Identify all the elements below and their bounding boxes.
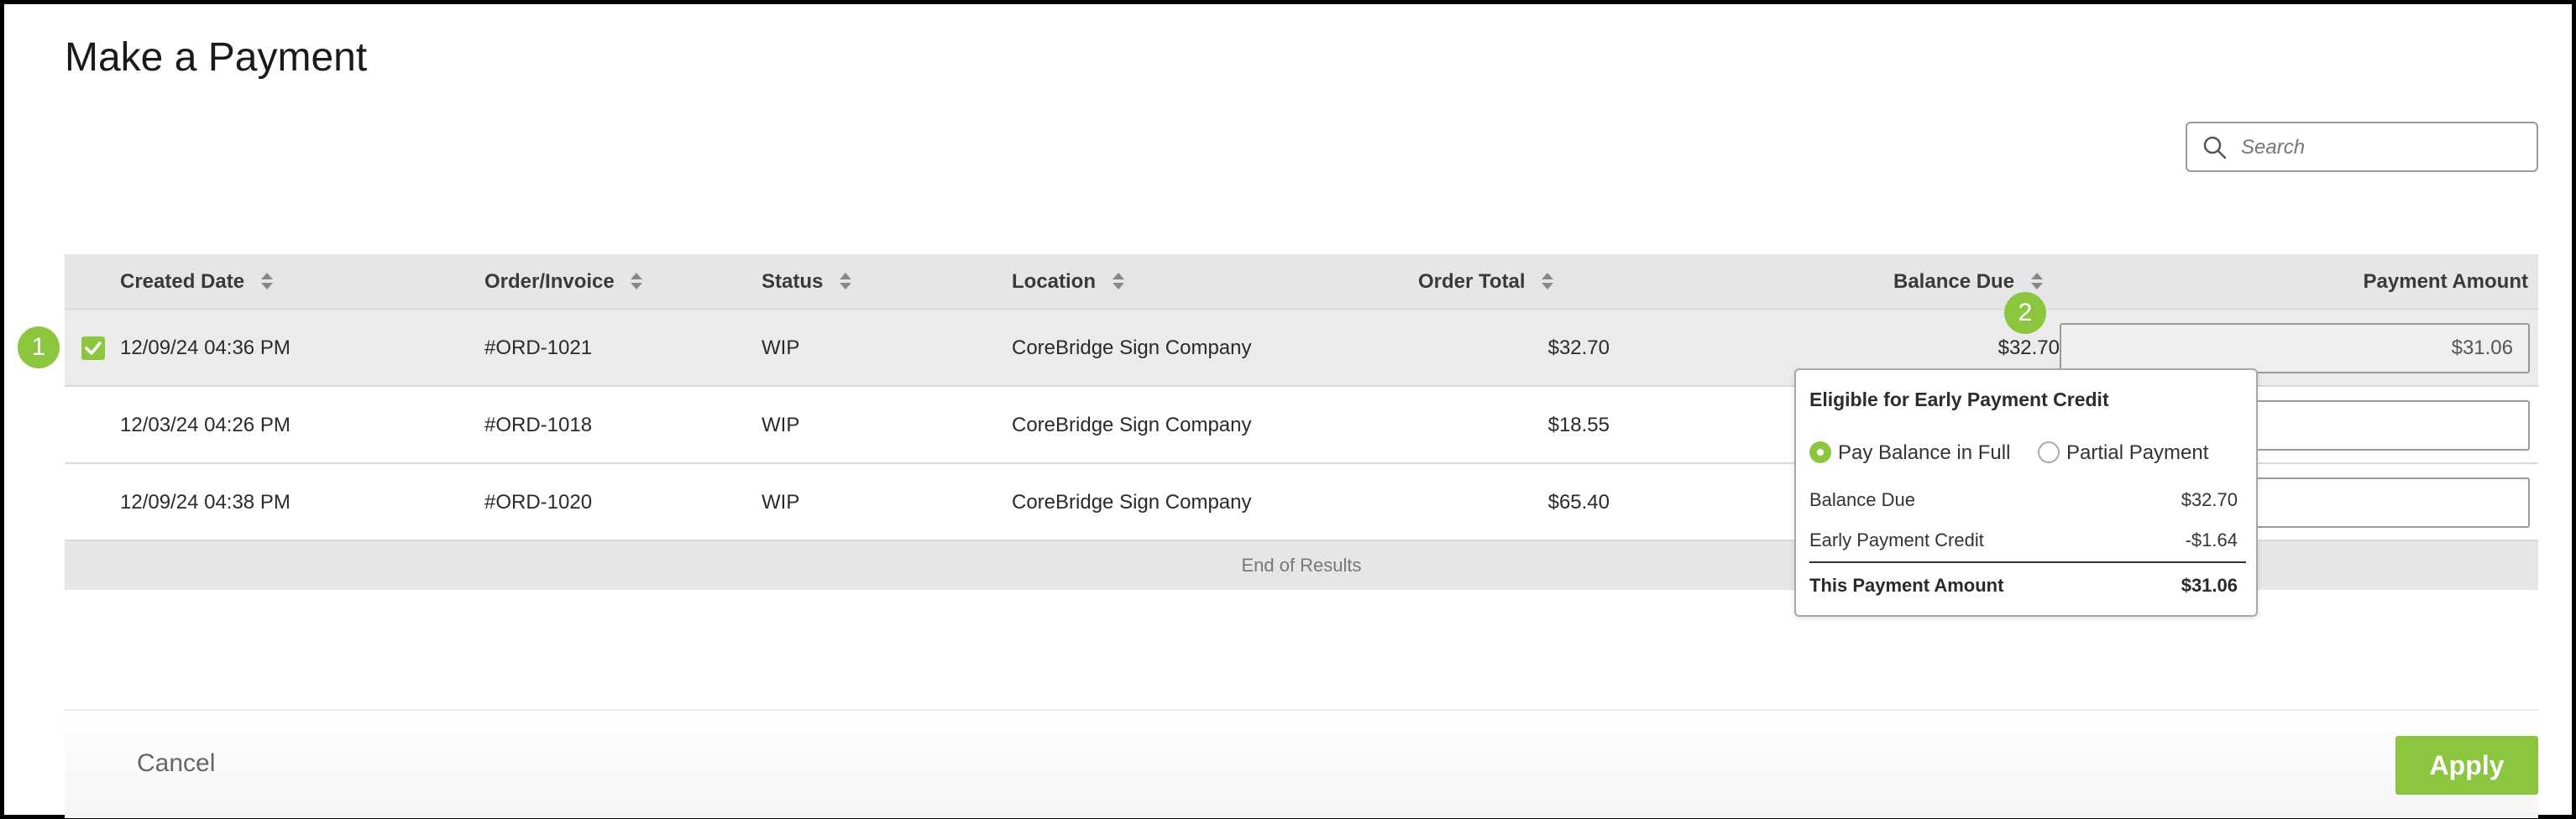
sort-icon bbox=[260, 272, 273, 290]
column-order-invoice[interactable]: Order/Invoice bbox=[484, 254, 643, 310]
popover-divider bbox=[1809, 561, 2246, 563]
cell-order[interactable]: #ORD-1020 bbox=[484, 464, 592, 541]
search-box[interactable] bbox=[2186, 122, 2538, 172]
popover-total: This Payment Amount $31.06 bbox=[1809, 575, 2246, 597]
cell-created-date: 12/09/24 04:38 PM bbox=[120, 491, 291, 514]
cell-status: WIP bbox=[762, 414, 800, 436]
cell-status: WIP bbox=[762, 336, 800, 359]
sort-icon bbox=[1542, 272, 1554, 290]
column-order-total[interactable]: Order Total bbox=[1418, 254, 1554, 310]
cell-order-total: $32.70 bbox=[1547, 336, 1610, 359]
sort-icon bbox=[631, 272, 643, 290]
footer-divider bbox=[65, 709, 2538, 711]
popover-title: Eligible for Early Payment Credit bbox=[1809, 389, 2109, 410]
radio-label: Pay Balance in Full bbox=[1838, 441, 2011, 464]
cell-order[interactable]: #ORD-1021 bbox=[484, 310, 592, 387]
search-input[interactable] bbox=[2241, 132, 2526, 164]
radio-pay-full[interactable]: Pay Balance in Full bbox=[1809, 441, 2010, 466]
row-checkbox[interactable] bbox=[81, 336, 105, 360]
cell-location: CoreBridge Sign Company bbox=[1012, 491, 1252, 514]
cell-order[interactable]: #ORD-1018 bbox=[484, 387, 592, 464]
line-value: $31.06 bbox=[2181, 575, 2238, 596]
dialog-frame: Make a Payment Created Date Order/Invoic… bbox=[0, 0, 2576, 819]
column-label: Location bbox=[1012, 270, 1096, 293]
column-label: Status bbox=[762, 270, 824, 293]
radio-label: Partial Payment bbox=[2066, 441, 2209, 464]
column-created-date[interactable]: Created Date bbox=[120, 254, 274, 310]
column-status[interactable]: Status bbox=[762, 254, 852, 310]
balance-due-value: $32.70 bbox=[1997, 336, 2060, 359]
radio-unselected-icon bbox=[2038, 441, 2060, 463]
radio-partial-payment[interactable]: Partial Payment bbox=[2038, 441, 2208, 466]
cell-order-total: $18.55 bbox=[1547, 414, 1610, 436]
sort-icon bbox=[2030, 272, 2043, 290]
line-label: Early Payment Credit bbox=[1809, 529, 1984, 550]
search-icon bbox=[2203, 136, 2227, 159]
column-payment-amount: Payment Amount bbox=[2363, 270, 2528, 293]
line-label: This Payment Amount bbox=[1809, 575, 2004, 596]
checkbox-checked-icon bbox=[85, 342, 102, 355]
apply-button[interactable]: Apply bbox=[2395, 736, 2538, 795]
sort-icon bbox=[840, 272, 852, 290]
line-label: Balance Due bbox=[1809, 489, 1915, 510]
cell-status: WIP bbox=[762, 491, 800, 514]
column-label: Order Total bbox=[1418, 270, 1526, 293]
column-location[interactable]: Location bbox=[1012, 254, 1125, 310]
column-label: Created Date bbox=[120, 270, 245, 293]
radio-selected-icon bbox=[1809, 441, 1831, 463]
early-payment-popover: Eligible for Early Payment Credit Pay Ba… bbox=[1794, 368, 2258, 617]
cell-location: CoreBridge Sign Company bbox=[1012, 336, 1252, 359]
sort-icon bbox=[1112, 272, 1124, 290]
column-label: Balance Due bbox=[1893, 270, 2015, 293]
popover-balance-due: Balance Due $32.70 bbox=[1809, 489, 2246, 511]
step-badge-1: 1 bbox=[18, 326, 60, 368]
popover-credit: Early Payment Credit -$1.64 bbox=[1809, 529, 2246, 551]
cell-location: CoreBridge Sign Company bbox=[1012, 414, 1252, 436]
line-value: -$1.64 bbox=[2185, 529, 2238, 550]
cell-created-date: 12/09/24 04:36 PM bbox=[120, 336, 291, 359]
cancel-button[interactable]: Cancel bbox=[137, 749, 215, 778]
payment-amount-input[interactable] bbox=[2060, 323, 2530, 373]
page-title: Make a Payment bbox=[65, 35, 368, 80]
footer bbox=[65, 711, 2538, 818]
cell-created-date: 12/03/24 04:26 PM bbox=[120, 414, 291, 436]
table-header: Created Date Order/Invoice Status Locati… bbox=[65, 254, 2538, 310]
step-badge-2: 2 bbox=[2004, 292, 2046, 334]
column-label: Order/Invoice bbox=[484, 270, 615, 293]
cell-order-total: $65.40 bbox=[1547, 491, 1610, 514]
line-value: $32.70 bbox=[2181, 489, 2238, 510]
